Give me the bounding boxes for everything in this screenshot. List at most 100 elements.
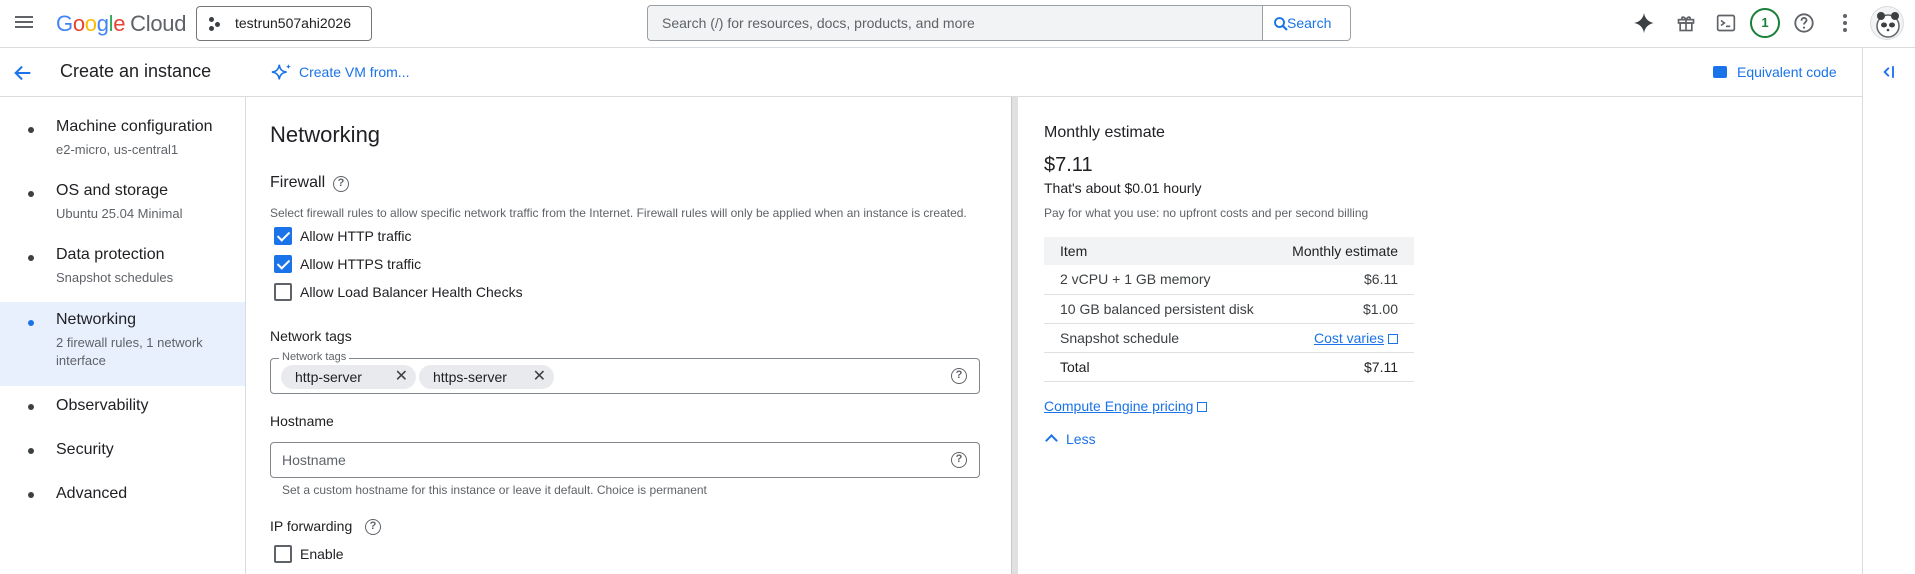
cost-varies-link[interactable]: Cost varies [1314,330,1384,346]
row-value: $7.11 [1273,352,1414,382]
collapse-panel-icon[interactable] [1878,62,1900,84]
firewall-title: Firewall [270,174,326,191]
hostname-input[interactable] [271,443,979,477]
hostname-field: ? [270,442,980,478]
firewall-help-icon[interactable]: ? [333,176,349,192]
row-item: 2 vCPU + 1 GB memory [1044,265,1274,295]
allow-lb-health-checks-checkbox[interactable] [274,283,292,301]
nav-item-subtitle: Ubuntu 25.04 Minimal [56,206,183,221]
nav-item-title: OS and storage [56,182,169,199]
more-vert-icon[interactable] [1832,10,1858,36]
logo-letter: e [113,11,126,36]
row-value: $6.11 [1273,265,1414,295]
checkbox-label: Enable [300,546,344,562]
cost-varies-cell: Cost varies [1273,323,1414,353]
gift-icon[interactable] [1673,10,1699,36]
hostname-help-icon[interactable]: ? [951,452,967,468]
ip-forwarding-enable-checkbox[interactable] [274,545,292,563]
row-value: $1.00 [1273,294,1414,324]
remove-chip-icon[interactable]: ✕ [533,365,546,389]
logo-letter: G [56,11,73,36]
table-row-total: Total $7.11 [1044,352,1414,382]
notification-count-badge[interactable]: 1 [1750,8,1780,38]
ip-forwarding-help-icon[interactable]: ? [365,519,381,535]
equivalent-code-label: Equivalent code [1737,64,1837,80]
nav-item-title: Machine configuration [56,118,213,135]
project-hierarchy-icon [209,17,223,31]
external-link-icon [1388,333,1398,344]
search-input[interactable] [648,6,1263,40]
hostname-title: Hostname [270,413,334,429]
code-icon [1713,66,1727,78]
search-button[interactable]: Search [1262,5,1351,41]
chevron-up-icon [1045,434,1058,447]
compute-engine-pricing-link-row: Compute Engine pricing [1044,398,1208,414]
chip-label: http-server [295,369,362,385]
bullet [28,448,34,454]
google-cloud-logo[interactable]: Google Cloud [56,11,186,37]
account-avatar[interactable] [1870,6,1904,40]
nav-item-data-protection[interactable]: Data protection Snapshot schedules [0,246,245,298]
steps-nav: Machine configuration e2-micro, us-centr… [0,97,246,574]
logo-letter: o [72,11,85,36]
column-header-item: Item [1044,237,1274,265]
create-vm-label: Create VM from... [299,64,410,80]
allow-https-checkbox[interactable] [274,255,292,273]
table-row: 10 GB balanced persistent disk $1.00 [1044,294,1414,324]
estimate-price: $7.11 [1044,154,1093,176]
estimate-title: Monthly estimate [1044,124,1165,141]
logo-letter: g [96,11,109,36]
create-vm-from-button[interactable]: Create VM from... [271,60,409,84]
nav-item-subtitle: Snapshot schedules [56,270,174,285]
nav-item-observability[interactable]: Observability [0,397,245,421]
table-row: 2 vCPU + 1 GB memory $6.11 [1044,265,1414,295]
table-header-row: Item Monthly estimate [1044,237,1414,265]
monthly-estimate-panel: Monthly estimate $7.11 That's about $0.0… [1018,97,1862,574]
less-label: Less [1066,431,1096,447]
project-picker-button[interactable]: testrun507ahi2026 [196,6,372,41]
page-title: Create an instance [60,61,212,81]
nav-item-title: Advanced [56,485,128,502]
cloud-shell-icon[interactable] [1713,10,1739,36]
gemini-spark-icon[interactable] [1631,10,1657,36]
networking-section: Networking Firewall ? Select firewall ru… [246,97,1011,574]
network-tags-help-icon[interactable]: ? [951,368,967,384]
nav-item-title: Data protection [56,246,165,263]
network-tags-field[interactable]: Network tags http-server ✕ https-server … [270,351,980,394]
equivalent-code-button[interactable]: Equivalent code [1713,60,1837,84]
logo-cloud-text: Cloud [130,11,187,36]
bullet [28,255,34,261]
firewall-description: Select firewall rules to allow specific … [270,206,967,220]
estimate-table: Item Monthly estimate 2 vCPU + 1 GB memo… [1044,237,1414,382]
nav-item-subtitle: 2 firewall rules, 1 network interface [56,335,203,368]
ip-forwarding-title: IP forwarding [270,518,353,534]
nav-item-advanced[interactable]: Advanced [0,485,245,509]
network-tags-title: Network tags [270,328,352,344]
panel-resize-divider[interactable] [1011,97,1018,574]
search-box [647,5,1263,41]
back-arrow-icon[interactable] [12,62,34,84]
less-toggle-button[interactable]: Less [1044,431,1096,447]
checkbox-label: Allow HTTP traffic [300,228,412,244]
bullet [28,320,34,326]
table-row: Snapshot schedule Cost varies [1044,323,1414,353]
nav-item-os-and-storage[interactable]: OS and storage Ubuntu 25.04 Minimal [0,182,245,234]
nav-item-networking[interactable]: Networking 2 firewall rules, 1 network i… [0,302,245,386]
nav-item-title: Security [56,441,114,458]
row-item: Snapshot schedule [1044,323,1274,353]
bullet [28,127,34,133]
nav-item-machine-configuration[interactable]: Machine configuration e2-micro, us-centr… [0,118,245,170]
menu-icon[interactable] [13,13,35,35]
bullet [28,191,34,197]
checkbox-label: Allow Load Balancer Health Checks [300,284,523,300]
nav-item-security[interactable]: Security [0,441,245,465]
top-app-bar: GoogleCloud testrun507ahi2026 Search 1 [0,0,1915,48]
allow-http-checkbox[interactable] [274,227,292,245]
search-button-label: Search [1287,15,1332,31]
bullet [28,492,34,498]
project-name: testrun507ahi2026 [235,15,351,31]
compute-engine-pricing-link[interactable]: Compute Engine pricing [1044,398,1193,414]
network-tag-chip: https-server ✕ [419,365,554,389]
remove-chip-icon[interactable]: ✕ [395,365,408,389]
help-icon[interactable] [1791,10,1817,36]
